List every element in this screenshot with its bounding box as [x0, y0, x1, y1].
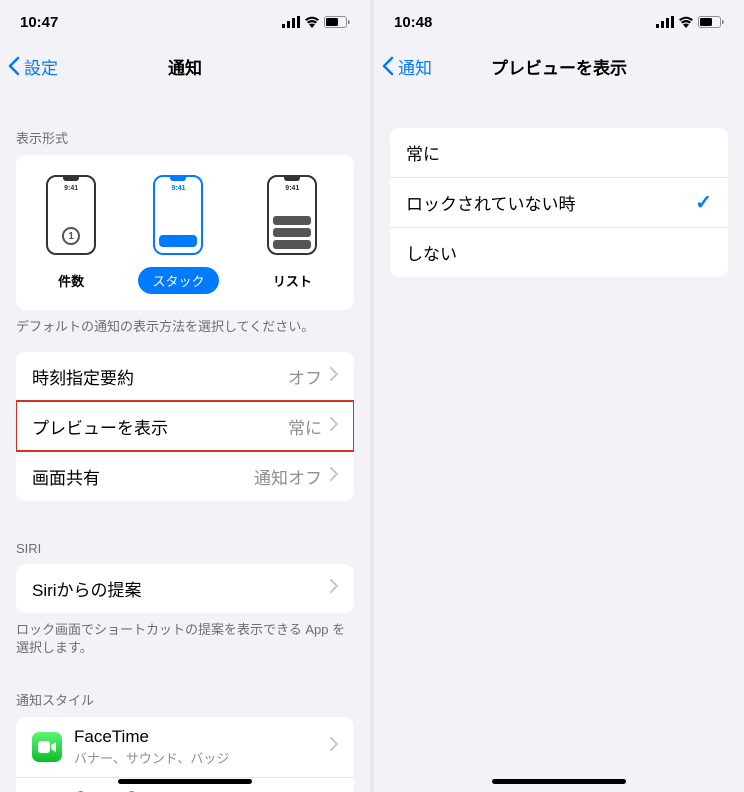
wifi-icon: [678, 16, 694, 28]
nav-bar: 設定 通知: [0, 44, 370, 88]
cellular-icon: [656, 16, 674, 28]
phone-mock-stack: 9:41: [153, 175, 203, 255]
style-option-stack[interactable]: 9:41 スタック: [138, 175, 218, 294]
status-icons: [656, 16, 724, 28]
style-option-list[interactable]: 9:41 リスト: [259, 175, 326, 294]
status-bar: 10:48: [374, 0, 744, 44]
chevron-right-icon: [330, 417, 338, 436]
settings-group: 時刻指定要約 オフ プレビューを表示 常に 画面共有 通知オフ: [16, 352, 354, 501]
home-indicator[interactable]: [492, 779, 626, 784]
siri-group: Siriからの提案: [16, 564, 354, 613]
home-indicator[interactable]: [118, 779, 252, 784]
cellular-icon: [282, 16, 300, 28]
battery-icon: [324, 16, 350, 28]
chevron-left-icon: [382, 56, 394, 76]
chevron-right-icon: [330, 467, 338, 486]
chevron-left-icon: [8, 56, 20, 76]
status-time: 10:47: [20, 14, 58, 31]
siri-footer: ロック画面でショートカットの提案を表示できる App を選択します。: [0, 613, 370, 673]
wifi-icon: [304, 16, 320, 28]
app-name: FaceTime: [74, 727, 330, 747]
section-header-display: 表示形式: [0, 112, 370, 155]
battery-icon: [698, 16, 724, 28]
preview-options: 常に ロックされていない時 ✓ しない: [390, 128, 728, 277]
option-always[interactable]: 常に: [390, 128, 728, 177]
phone-mock-count: 9:41 1: [46, 175, 96, 255]
chevron-right-icon: [330, 737, 338, 756]
nav-title: プレビューを表示: [491, 54, 627, 79]
chevron-right-icon: [330, 579, 338, 598]
style-label-stack: スタック: [138, 267, 218, 294]
app-row-facetime[interactable]: FaceTime バナー、サウンド、バッジ: [16, 717, 354, 777]
row-siri-suggestions[interactable]: Siriからの提案: [16, 564, 354, 613]
row-scheduled-summary[interactable]: 時刻指定要約 オフ: [16, 352, 354, 401]
back-label: 通知: [398, 54, 432, 79]
display-style-footer: デフォルトの通知の表示方法を選択してください。: [0, 310, 370, 352]
section-header-siri: SIRI: [0, 525, 370, 564]
phone-mock-list: 9:41: [267, 175, 317, 255]
style-label-list: リスト: [259, 267, 326, 294]
facetime-icon: [32, 732, 62, 762]
app-detail: バナー、サウンド、バッジ: [74, 748, 330, 767]
back-button[interactable]: 設定: [8, 54, 58, 79]
status-icons: [282, 16, 350, 28]
style-option-count[interactable]: 9:41 1 件数: [44, 175, 98, 294]
checkmark-icon: ✓: [695, 190, 712, 215]
app-name: Game Center: [74, 788, 330, 792]
screen-notifications: 10:47 設定 通知 表示形式 9:41 1 件数: [0, 0, 370, 792]
chevron-right-icon: [330, 367, 338, 386]
status-bar: 10:47: [0, 0, 370, 44]
back-label: 設定: [24, 54, 58, 79]
section-header-style: 通知スタイル: [0, 674, 370, 717]
back-button[interactable]: 通知: [382, 54, 432, 79]
option-when-unlocked[interactable]: ロックされていない時 ✓: [390, 177, 728, 227]
style-label-count: 件数: [44, 267, 98, 294]
nav-bar: 通知 プレビューを表示: [374, 44, 744, 88]
display-style-card: 9:41 1 件数 9:41 スタック 9:41 リスト: [16, 155, 354, 310]
row-screen-sharing[interactable]: 画面共有 通知オフ: [16, 451, 354, 501]
option-never[interactable]: しない: [390, 227, 728, 277]
screen-show-previews: 10:48 通知 プレビューを表示 常に ロックされていない時 ✓ しない: [374, 0, 744, 792]
row-show-previews[interactable]: プレビューを表示 常に: [16, 401, 354, 451]
status-time: 10:48: [394, 14, 432, 31]
nav-title: 通知: [168, 54, 202, 79]
